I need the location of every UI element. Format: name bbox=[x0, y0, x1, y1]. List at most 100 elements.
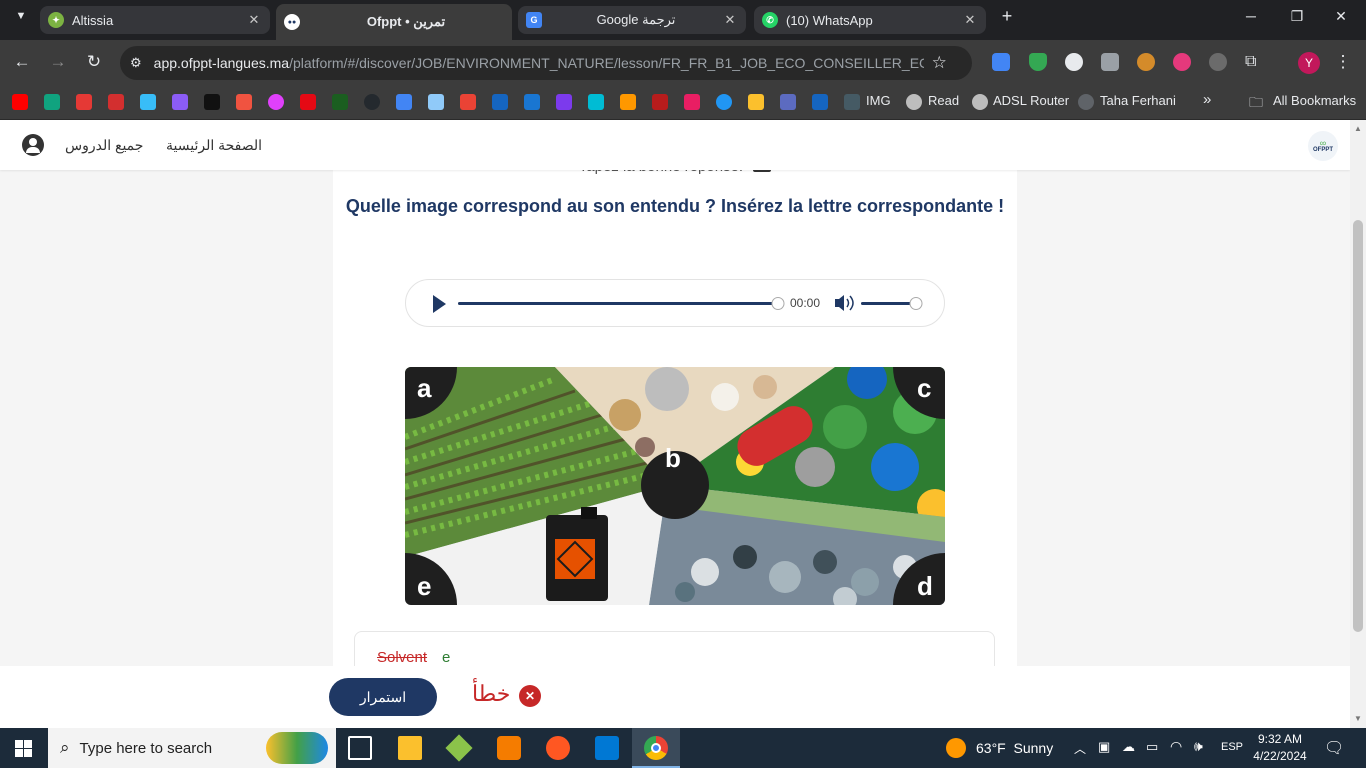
close-tab-icon[interactable]: ✕ bbox=[722, 12, 738, 28]
close-window-icon[interactable]: ✕ bbox=[1326, 8, 1356, 25]
tab-ofppt-exercise[interactable]: ●● Ofppt • تمرين bbox=[276, 4, 512, 40]
all-bookmarks-button[interactable]: All Bookmarks bbox=[1273, 93, 1356, 108]
extension-helmet-icon[interactable] bbox=[1137, 53, 1155, 71]
extensions-puzzle-icon[interactable]: ⧉ bbox=[1245, 53, 1263, 71]
sun-weather-icon[interactable] bbox=[946, 738, 966, 758]
youtube-bookmark-icon[interactable] bbox=[12, 94, 28, 110]
scrollbar-thumb[interactable] bbox=[1353, 220, 1363, 632]
tab-whatsapp[interactable]: ✆ (10) WhatsApp ✕ bbox=[754, 6, 986, 34]
extension-clock-icon[interactable] bbox=[1065, 53, 1083, 71]
scroll-up-icon[interactable]: ▲ bbox=[1354, 124, 1362, 133]
task-view-icon[interactable] bbox=[348, 736, 372, 760]
play-icon[interactable] bbox=[433, 295, 446, 313]
input-language[interactable]: ESP bbox=[1221, 741, 1243, 753]
bookmark-icon[interactable] bbox=[76, 94, 92, 110]
tailwind-bookmark-icon[interactable] bbox=[140, 94, 156, 110]
forward-arrow-icon[interactable]: → bbox=[47, 52, 69, 72]
minimize-window-icon[interactable]: ─ bbox=[1236, 8, 1266, 24]
bookmark-icon[interactable] bbox=[716, 94, 732, 110]
vscode-icon[interactable] bbox=[595, 736, 619, 760]
reload-icon[interactable]: ↻ bbox=[83, 52, 105, 72]
screenshot-camera-icon[interactable] bbox=[1101, 53, 1119, 71]
bookmark-icon[interactable] bbox=[588, 94, 604, 110]
site-settings-icon[interactable]: ⚙ bbox=[130, 55, 142, 71]
taskbar-search-box[interactable]: ⌕ Type here to search bbox=[48, 728, 336, 768]
more-bookmarks-icon[interactable]: » bbox=[1203, 91, 1211, 108]
bookmark-icon[interactable] bbox=[620, 94, 636, 110]
battery-icon[interactable]: ▭ bbox=[1146, 739, 1158, 755]
globe-icon[interactable] bbox=[972, 94, 988, 110]
bookmark-img[interactable]: IMG bbox=[866, 93, 891, 108]
volume-icon[interactable] bbox=[835, 295, 844, 311]
bookmark-icon[interactable] bbox=[748, 94, 764, 110]
tab-google-translate[interactable]: G Google ترجمة ✕ bbox=[518, 6, 746, 34]
translate-extension-icon[interactable] bbox=[992, 53, 1010, 71]
continue-button[interactable]: استمرار bbox=[329, 678, 437, 716]
browser-menu-icon[interactable]: ⋮ bbox=[1332, 52, 1354, 72]
bookmark-icon[interactable] bbox=[204, 94, 220, 110]
github-bookmark-icon[interactable] bbox=[364, 94, 380, 110]
ofppt-logo[interactable]: ∞ OFPPT bbox=[1308, 131, 1338, 161]
gmail-bookmark-icon[interactable] bbox=[460, 94, 476, 110]
vite-bookmark-icon[interactable] bbox=[172, 94, 188, 110]
chevron-up-icon[interactable]: ︿ bbox=[1074, 740, 1086, 757]
bookmark-icon[interactable] bbox=[108, 94, 124, 110]
globe-icon[interactable] bbox=[906, 94, 922, 110]
bookmark-icon[interactable] bbox=[492, 94, 508, 110]
page-scrollbar[interactable]: ▲ ▼ bbox=[1350, 120, 1366, 728]
extension-disabled-icon[interactable] bbox=[1209, 53, 1227, 71]
bookmark-read[interactable]: Read bbox=[928, 93, 959, 108]
app-diamond-icon[interactable] bbox=[445, 734, 473, 762]
bookmark-adsl-router[interactable]: ADSL Router bbox=[993, 93, 1069, 108]
teams-bookmark-icon[interactable] bbox=[780, 94, 796, 110]
clock[interactable]: 9:32 AM 4/22/2024 bbox=[1252, 731, 1308, 765]
close-tab-icon[interactable]: ✕ bbox=[962, 12, 978, 28]
bookmark-icon[interactable] bbox=[428, 94, 444, 110]
extension-color-icon[interactable] bbox=[1173, 53, 1191, 71]
wifi-icon[interactable]: ◠ bbox=[1170, 738, 1182, 755]
scroll-down-icon[interactable]: ▼ bbox=[1354, 714, 1362, 723]
postman-icon[interactable] bbox=[546, 736, 570, 760]
xampp-icon[interactable] bbox=[497, 736, 521, 760]
onedrive-icon[interactable]: ☁ bbox=[1122, 739, 1135, 755]
speaker-icon[interactable]: 🕪 bbox=[1194, 738, 1203, 755]
restore-window-icon[interactable]: ❐ bbox=[1282, 8, 1312, 25]
bookmark-icon[interactable] bbox=[524, 94, 540, 110]
notifications-icon[interactable]: 🗨 bbox=[1324, 738, 1344, 758]
windows-start-icon[interactable] bbox=[15, 740, 32, 757]
chatgpt-bookmark-icon[interactable] bbox=[44, 94, 60, 110]
nav-home[interactable]: الصفحة الرئيسية bbox=[166, 137, 262, 154]
seek-handle[interactable] bbox=[771, 297, 785, 310]
close-tab-icon[interactable]: ✕ bbox=[246, 12, 262, 28]
search-placeholder: Type here to search bbox=[79, 739, 213, 757]
github-bookmark-icon[interactable] bbox=[1078, 94, 1094, 110]
tab-search-icon[interactable]: ▼ bbox=[6, 10, 36, 22]
weather-text[interactable]: 63°F Sunny bbox=[976, 740, 1053, 756]
bookmark-icon[interactable] bbox=[268, 94, 284, 110]
address-bar[interactable]: ⚙ app.ofppt-langues.ma/platform/#/discov… bbox=[120, 46, 972, 80]
bookmark-icon[interactable] bbox=[332, 94, 348, 110]
user-account-icon[interactable] bbox=[22, 134, 44, 156]
netflix-bookmark-icon[interactable] bbox=[300, 94, 316, 110]
back-arrow-icon[interactable]: ← bbox=[11, 52, 33, 72]
bookmark-icon[interactable] bbox=[556, 94, 572, 110]
bookmark-icon[interactable] bbox=[812, 94, 828, 110]
bookmark-icon[interactable] bbox=[684, 94, 700, 110]
profile-avatar[interactable]: Y bbox=[1298, 52, 1320, 74]
tab-altissia[interactable]: ✦ Altissia ✕ bbox=[40, 6, 270, 34]
chrome-taskbar-button[interactable] bbox=[632, 728, 680, 768]
laravel-bookmark-icon[interactable] bbox=[236, 94, 252, 110]
adblock-shield-icon[interactable] bbox=[1029, 53, 1047, 71]
nav-all-lessons[interactable]: جميع الدروس bbox=[65, 137, 143, 154]
file-explorer-icon[interactable] bbox=[398, 736, 422, 760]
img-bookmark-icon[interactable] bbox=[844, 94, 860, 110]
new-tab-icon[interactable]: + bbox=[992, 6, 1022, 27]
bookmark-star-icon[interactable]: ☆ bbox=[932, 53, 947, 73]
translate-bookmark-icon[interactable] bbox=[396, 94, 412, 110]
volume-handle[interactable] bbox=[909, 297, 923, 310]
bookmark-icon[interactable] bbox=[652, 94, 668, 110]
tray-app-icon[interactable]: ▣ bbox=[1098, 739, 1110, 755]
clock-date: 4/22/2024 bbox=[1253, 749, 1307, 763]
logo-mark-icon: ∞ bbox=[1319, 138, 1327, 148]
bookmark-taha-ferhani[interactable]: Taha Ferhani bbox=[1100, 93, 1176, 108]
